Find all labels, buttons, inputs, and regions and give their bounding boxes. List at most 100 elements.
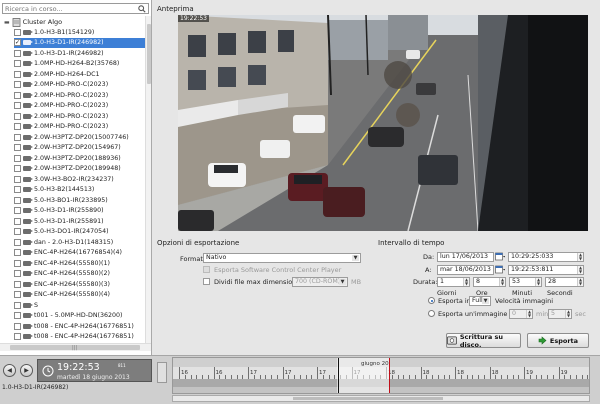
camera-checkbox[interactable] [14,322,21,330]
camera-checkbox[interactable]: ✓ [14,39,21,46]
camera-checkbox[interactable] [14,259,21,267]
camera-checkbox[interactable] [14,186,21,193]
camera-checkbox[interactable] [14,144,21,151]
format-select[interactable]: Nativo ▼ [203,253,361,263]
duration-seconds-field[interactable]: 28 ▲ ▼ [545,277,584,287]
write-to-disk-button[interactable]: Scrittura su disco. [446,333,521,349]
spin-icon[interactable]: ▲ ▼ [526,310,532,318]
search-input[interactable] [3,4,131,13]
split-size-select[interactable]: 700 (CD-ROM) ▼ [292,277,348,287]
search-icon[interactable] [138,5,146,13]
camera-checkbox[interactable] [14,154,21,162]
tree-camera-item[interactable]: t008 - ENC-4P-H264(16776851) [14,332,145,342]
spin-icon[interactable]: ▲ ▼ [499,278,505,286]
spin-icon[interactable]: ▲ ▼ [463,278,469,286]
to-date-field[interactable]: mar 18/06/2013 [437,265,494,275]
to-time-field[interactable]: 19:22:53:811 ▲ ▼ [508,265,584,275]
spin-icon[interactable]: ▲ ▼ [577,253,583,261]
split-file-checkbox[interactable] [203,278,210,285]
tree-camera-item[interactable]: 2.0MP-HD-PRO-C(2023) [14,80,145,90]
playhead[interactable] [389,358,390,393]
calendar-icon[interactable] [495,265,505,274]
tree-horizontal-scrollbar[interactable]: ||| [0,343,151,351]
tree-camera-item[interactable]: 2.0MP-HD-PRO-C(2023) [14,90,145,100]
spin-icon[interactable]: ▲ ▼ [577,278,583,286]
from-time-field[interactable]: 10:29:25:033 ▲ ▼ [508,252,584,262]
collapse-icon[interactable]: ▬ [4,19,10,26]
camera-checkbox[interactable] [14,270,21,277]
tree-camera-item[interactable]: 2.0W-H3PTZ-DP20(188936) [14,153,145,163]
tree-camera-item[interactable]: ENC-4P-H264(55580)(2) [14,269,145,279]
camera-checkbox[interactable] [14,102,21,109]
tree-camera-item[interactable]: 1.0-H3-D1-IR(246982) [14,48,145,58]
tree-camera-item[interactable]: 2.0MP-HD-H264-DC1 [14,69,145,79]
spin-icon[interactable]: ▲ ▼ [565,310,571,318]
play-button[interactable]: ▶ [20,364,33,377]
timeline[interactable]: 161617171717181818181919 giugno 20 [172,357,590,394]
tree-camera-item[interactable]: 2.0MP-HD-PRO-C(2023) [14,101,145,111]
tree-camera-item[interactable]: ENC-4P-H264(55580)(4) [14,290,145,300]
tree-camera-item[interactable]: ✓ 1.0-H3-D1-IR(246982) [14,37,145,48]
tree-camera-item[interactable]: 5.0-H3-BO1-IR(233895) [14,195,145,205]
duration-days-field[interactable]: 1 ▲ ▼ [437,277,470,287]
tree-camera-item[interactable]: 5.0-H3-D1-IR(255891) [14,216,145,226]
camera-checkbox[interactable] [14,165,21,172]
video-preview[interactable]: 19:22:53 [178,15,588,231]
camera-checkbox[interactable] [14,280,21,288]
tree-camera-item[interactable]: ENC-4P-H264(55580)(3) [14,279,145,289]
search-box[interactable] [2,3,149,14]
tree-camera-item[interactable]: 2.0MP-HD-PRO-C(2023) [14,111,145,121]
tree-camera-item[interactable]: 2.0W-H3PTZ-DP20(189948) [14,164,145,174]
camera-checkbox[interactable] [14,175,21,183]
tree-camera-item[interactable]: S [14,300,145,310]
rewind-button[interactable]: ◀ [3,364,16,377]
tree-camera-item[interactable]: 5.0-H3-B2(144513) [14,185,145,195]
from-date-field[interactable]: lun 17/06/2013 [437,252,494,262]
calendar-icon[interactable] [495,252,505,261]
camera-checkbox[interactable] [14,249,21,256]
tree-camera-item[interactable]: t008 - ENC-4P-H264(16776851) [14,321,145,331]
camera-checkbox[interactable] [14,196,21,204]
tree-camera-item[interactable]: 2.0W-H3PTZ-DP20(15007746) [14,132,145,142]
tree-camera-item[interactable]: 2.0MP-HD-PRO-C(2023) [14,122,145,132]
export-player-checkbox[interactable] [203,266,210,273]
camera-checkbox[interactable] [14,49,21,57]
tree-camera-item[interactable]: 2.0W-H3PTZ-DP20(154967) [14,143,145,153]
zoom-slider[interactable] [157,362,167,383]
tree-camera-item[interactable]: 1.0MP-HD-H264-B2(35768) [14,59,145,69]
camera-checkbox[interactable] [14,28,21,36]
one-image-radio[interactable] [428,310,435,317]
camera-checkbox[interactable] [14,133,21,141]
export-button[interactable]: Esporta [527,333,589,348]
camera-checkbox[interactable] [14,333,21,340]
export-in-radio[interactable] [428,297,435,304]
camera-checkbox[interactable] [14,217,21,225]
duration-hours-field[interactable]: 8 ▲ ▼ [473,277,506,287]
camera-checkbox[interactable] [14,238,21,246]
camera-checkbox[interactable] [14,301,21,309]
spin-icon[interactable]: ▲ ▼ [535,278,541,286]
tree-camera-item[interactable]: t001 - 5.0MP-HD-DN(36200) [14,311,145,321]
camera-checkbox[interactable] [14,81,21,88]
scroll-thumb[interactable] [147,24,151,84]
tree-camera-item[interactable]: 5.0-H3-D1-IR(255890) [14,206,145,216]
export-in-select[interactable]: Full ▼ [469,296,491,306]
tree-camera-item[interactable]: 5.0-H3-DO1-IR(247054) [14,227,145,237]
scroll-thumb[interactable] [293,397,443,400]
camera-checkbox[interactable] [14,228,21,235]
tree-camera-item[interactable]: dan - 2.0-H3-D1(148315) [14,237,145,247]
one-image-sec-field[interactable]: 5 ▲ ▼ [548,309,572,319]
camera-checkbox[interactable] [14,112,21,120]
spin-icon[interactable]: ▲ ▼ [577,266,583,274]
camera-checkbox[interactable] [14,70,21,78]
tree-vertical-scrollbar[interactable] [145,16,151,343]
tree-camera-item[interactable]: 3.0W-H3-BO2-IR(234237) [14,174,145,184]
camera-checkbox[interactable] [14,207,21,214]
duration-minutes-field[interactable]: 53 ▲ ▼ [509,277,542,287]
range-start-marker[interactable] [338,358,339,393]
camera-checkbox[interactable] [14,291,21,298]
timeline-scrollbar[interactable] [172,395,590,402]
camera-checkbox[interactable] [14,91,21,99]
tree-camera-item[interactable]: 1.0-H3-B1(154129) [14,27,145,37]
camera-checkbox[interactable] [14,60,21,67]
